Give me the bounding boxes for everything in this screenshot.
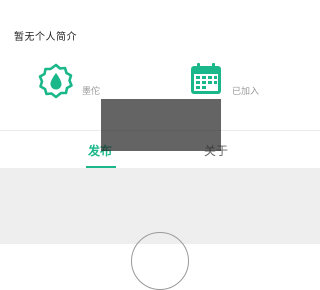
water-drop-badge-icon [36,62,76,106]
stat-calendar-label: 已加入 [232,87,260,97]
create-post-button[interactable] [131,232,189,290]
bio-text: 暂无个人简介 [14,32,77,43]
stat-bookmark-label: 墨佗 [82,87,101,97]
loading-overlay [101,99,221,151]
calendar-icon [190,62,224,102]
